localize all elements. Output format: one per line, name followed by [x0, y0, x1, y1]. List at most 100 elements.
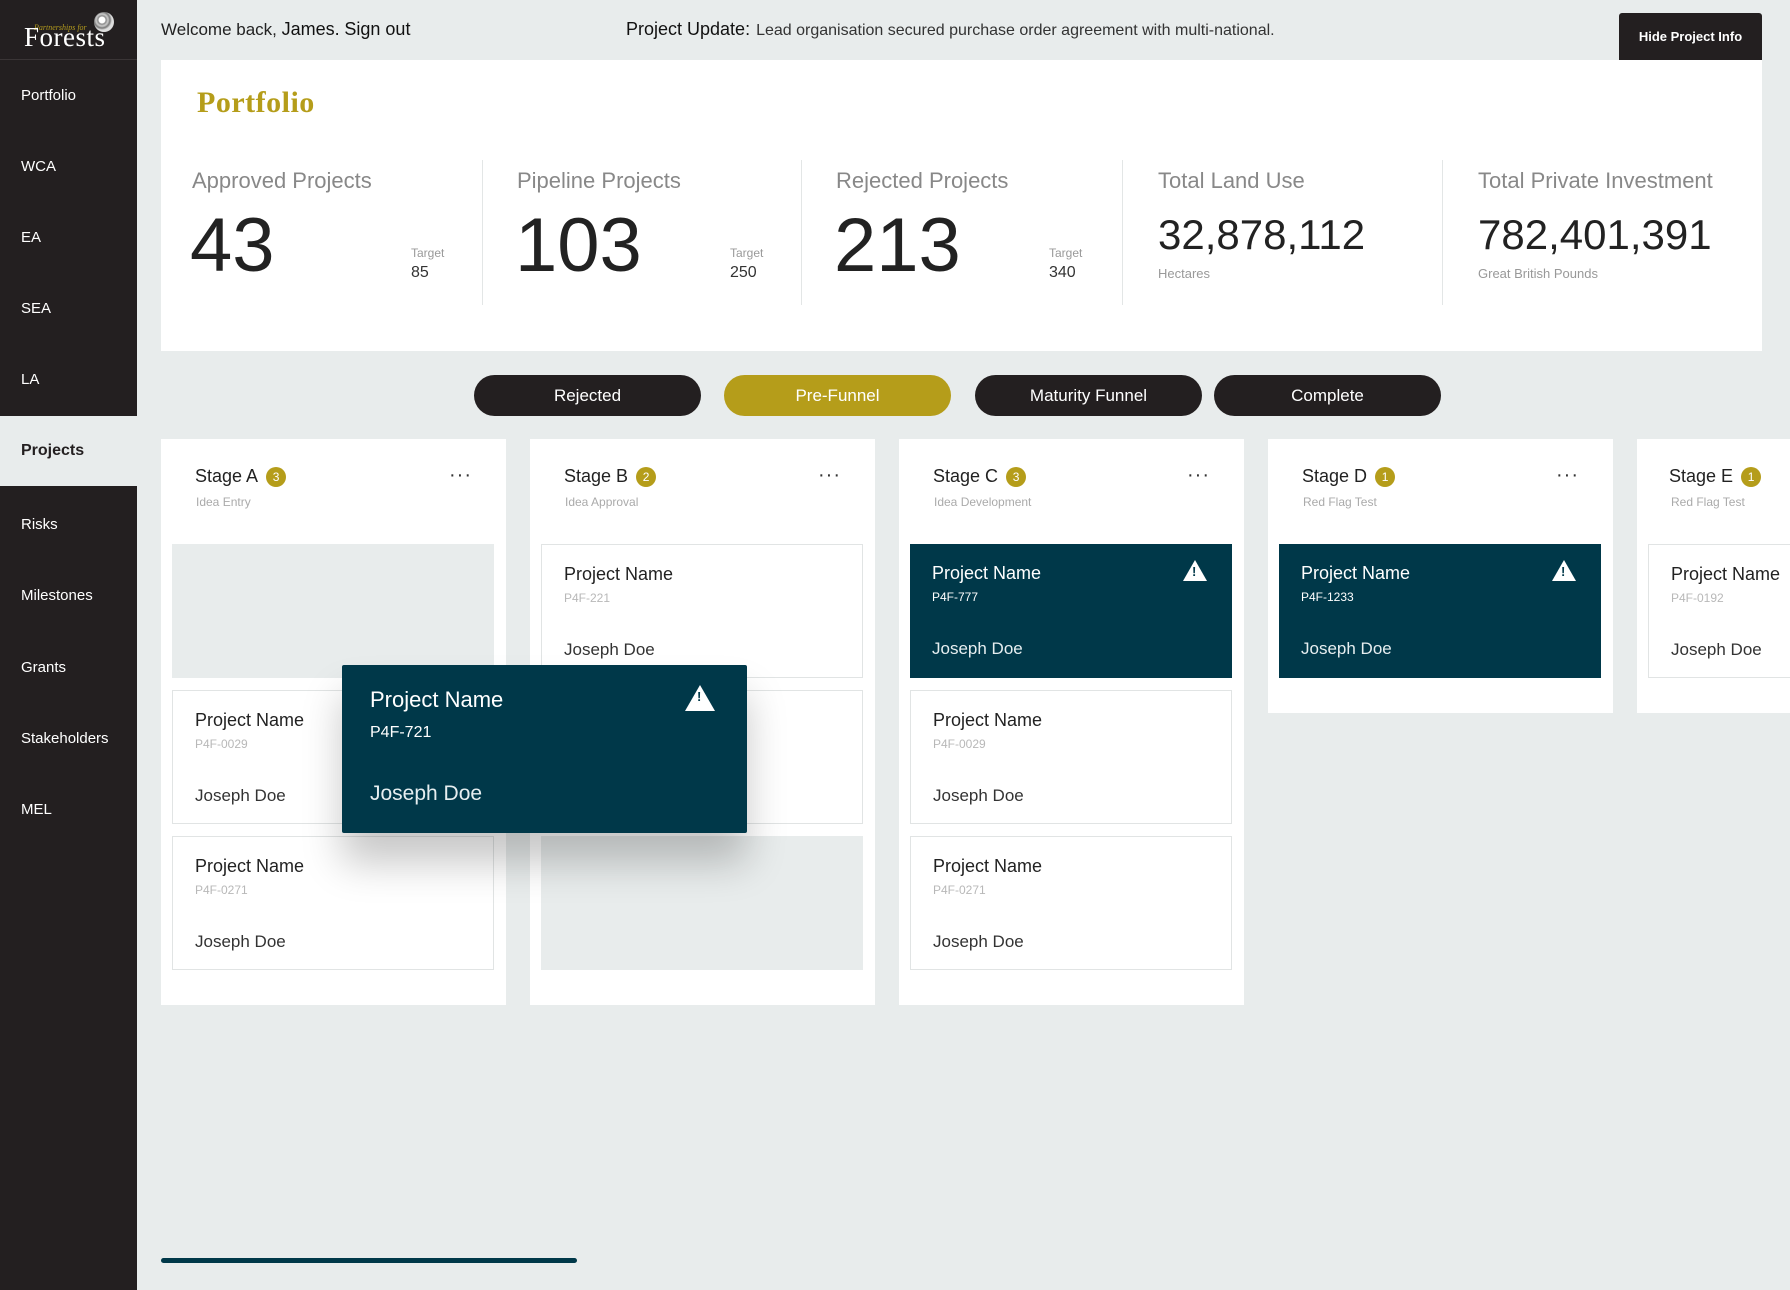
filter-pre-funnel[interactable]: Pre-Funnel	[724, 375, 951, 416]
card-project-name: Project Name	[564, 564, 674, 584]
card-project-name: Project Name	[1671, 564, 1781, 584]
card-project-name: Project Name	[933, 710, 1043, 730]
filter-maturity-funnel[interactable]: Maturity Funnel	[975, 375, 1202, 416]
stat-target-label: Target	[411, 246, 445, 260]
stage-subtitle: Red Flag Test	[1303, 495, 1377, 509]
sidebar-item-wca[interactable]: WCA	[0, 131, 137, 201]
logo[interactable]: Partnerships for Forests	[0, 0, 137, 60]
card-project-id: P4F-721	[370, 724, 432, 741]
more-options-icon[interactable]: ···	[1187, 464, 1210, 487]
stat-label: Pipeline Projects	[517, 168, 681, 193]
stage-title: Stage A 3	[195, 466, 287, 487]
project-update-text: Lead organisation secured purchase order…	[756, 22, 1275, 39]
stage-subtitle: Red Flag Test	[1671, 495, 1745, 509]
stat-label: Approved Projects	[192, 168, 372, 193]
project-card-alert[interactable]: Project Name P4F-777 Joseph Doe	[910, 544, 1232, 678]
card-project-name: Project Name	[932, 563, 1042, 583]
sign-out-link[interactable]: Sign out	[344, 19, 410, 39]
stage-title-text: Stage A	[195, 466, 259, 486]
card-project-id: P4F-0029	[933, 737, 986, 751]
card-drop-placeholder[interactable]	[172, 544, 494, 678]
stat-value: 782,401,391	[1478, 211, 1712, 258]
more-options-icon[interactable]: ···	[449, 464, 472, 487]
stage-count-badge: 3	[1006, 466, 1027, 487]
stage-title: Stage D 1	[1302, 466, 1396, 487]
sidebar-item-mel[interactable]: MEL	[0, 774, 137, 844]
card-owner: Joseph Doe	[195, 932, 286, 951]
project-card-alert[interactable]: Project Name P4F-1233 Joseph Doe	[1279, 544, 1601, 678]
user-name: James.	[281, 19, 340, 39]
card-owner: Joseph Doe	[933, 932, 1024, 951]
filter-complete[interactable]: Complete	[1214, 375, 1441, 416]
stat-label: Total Private Investment	[1478, 168, 1713, 193]
portfolio-title: Portfolio	[197, 86, 315, 119]
stat-rejected-projects: Rejected Projects 213 Target 340	[834, 160, 1098, 305]
card-owner: Joseph Doe	[370, 782, 483, 805]
card-project-name: Project Name	[370, 687, 504, 712]
filter-rejected[interactable]: Rejected	[474, 375, 701, 416]
card-project-id: P4F-1233	[1301, 590, 1354, 604]
project-card[interactable]: Project Name P4F-0029 Joseph Doe	[910, 690, 1232, 824]
stat-unit: Hectares	[1158, 266, 1211, 281]
sidebar-item-milestones[interactable]: Milestones	[0, 560, 137, 630]
scrollbar-thumb[interactable]	[161, 1258, 577, 1263]
project-update: Project Update: Lead organisation secured…	[626, 19, 1275, 40]
card-project-name: Project Name	[933, 856, 1043, 876]
card-owner: Joseph Doe	[195, 786, 286, 805]
sidebar-item-portfolio[interactable]: Portfolio	[0, 60, 137, 130]
horizontal-scrollbar[interactable]	[161, 1258, 1762, 1263]
more-options-icon[interactable]: ···	[1556, 464, 1579, 487]
warning-icon	[1552, 560, 1576, 581]
card-project-name: Project Name	[195, 856, 305, 876]
stage-title-text: Stage D	[1302, 466, 1368, 486]
sidebar-item-grants[interactable]: Grants	[0, 632, 137, 702]
card-owner: Joseph Doe	[1671, 640, 1762, 659]
card-project-id: P4F-777	[932, 590, 979, 604]
stat-target-value: 85	[411, 264, 429, 281]
stage-count-badge: 1	[1375, 466, 1396, 487]
stat-divider	[801, 160, 802, 305]
sidebar-item-la[interactable]: LA	[0, 344, 137, 414]
sidebar-item-ea[interactable]: EA	[0, 202, 137, 272]
card-project-name: Project Name	[1301, 563, 1411, 583]
stage-count-badge: 3	[266, 466, 287, 487]
stage-title-text: Stage B	[564, 466, 629, 486]
sidebar-item-projects[interactable]: Projects	[0, 416, 137, 486]
hide-project-info-button[interactable]: Hide Project Info	[1619, 13, 1762, 60]
project-update-label: Project Update:	[626, 19, 751, 39]
logo-wordmark: Forests	[24, 22, 106, 52]
sidebar-item-stakeholders[interactable]: Stakeholders	[0, 703, 137, 773]
card-owner: Joseph Doe	[564, 640, 655, 659]
warning-icon	[1183, 560, 1207, 581]
sidebar-item-sea[interactable]: SEA	[0, 273, 137, 343]
stage-column-c: Stage C 3 Idea Development ··· Project N…	[899, 439, 1244, 1005]
stat-target-label: Target	[730, 246, 764, 260]
sidebar-item-risks[interactable]: Risks	[0, 489, 137, 559]
project-card[interactable]: Project Name P4F-0271 Joseph Doe	[172, 836, 494, 970]
welcome-message: Welcome back, James. Sign out	[161, 19, 410, 40]
project-card[interactable]: Project Name P4F-221 Joseph Doe	[541, 544, 863, 678]
card-project-id: P4F-0192	[1671, 591, 1724, 605]
card-project-id: P4F-0271	[933, 883, 986, 897]
project-card[interactable]: Project Name P4F-0192 Joseph Doe	[1648, 544, 1790, 678]
card-owner: Joseph Doe	[933, 786, 1024, 805]
project-card[interactable]: Project Name P4F-0271 Joseph Doe	[910, 836, 1232, 970]
stat-target-label: Target	[1049, 246, 1083, 260]
card-project-id: P4F-0271	[195, 883, 248, 897]
stat-pipeline-projects: Pipeline Projects 103 Target 250	[515, 160, 779, 305]
stage-title: Stage C 3	[933, 466, 1027, 487]
portfolio-panel: Portfolio Approved Projects 43 Target 85…	[161, 60, 1762, 351]
stat-target-value: 340	[1049, 264, 1076, 281]
stage-title-text: Stage C	[933, 466, 999, 486]
stage-title: Stage E 1	[1669, 466, 1762, 487]
stat-label: Rejected Projects	[836, 168, 1009, 193]
card-drop-placeholder[interactable]	[541, 836, 863, 970]
card-project-name: Project Name	[195, 710, 305, 730]
stat-total-private-investment: Total Private Investment 782,401,391 Gre…	[1478, 160, 1748, 305]
more-options-icon[interactable]: ···	[818, 464, 841, 487]
stat-divider	[1442, 160, 1443, 305]
stage-subtitle: Idea Approval	[565, 495, 639, 509]
card-project-id: P4F-221	[564, 591, 611, 605]
dragged-project-card[interactable]: Project Name P4F-721 Joseph Doe	[342, 665, 747, 833]
warning-icon	[685, 685, 715, 711]
